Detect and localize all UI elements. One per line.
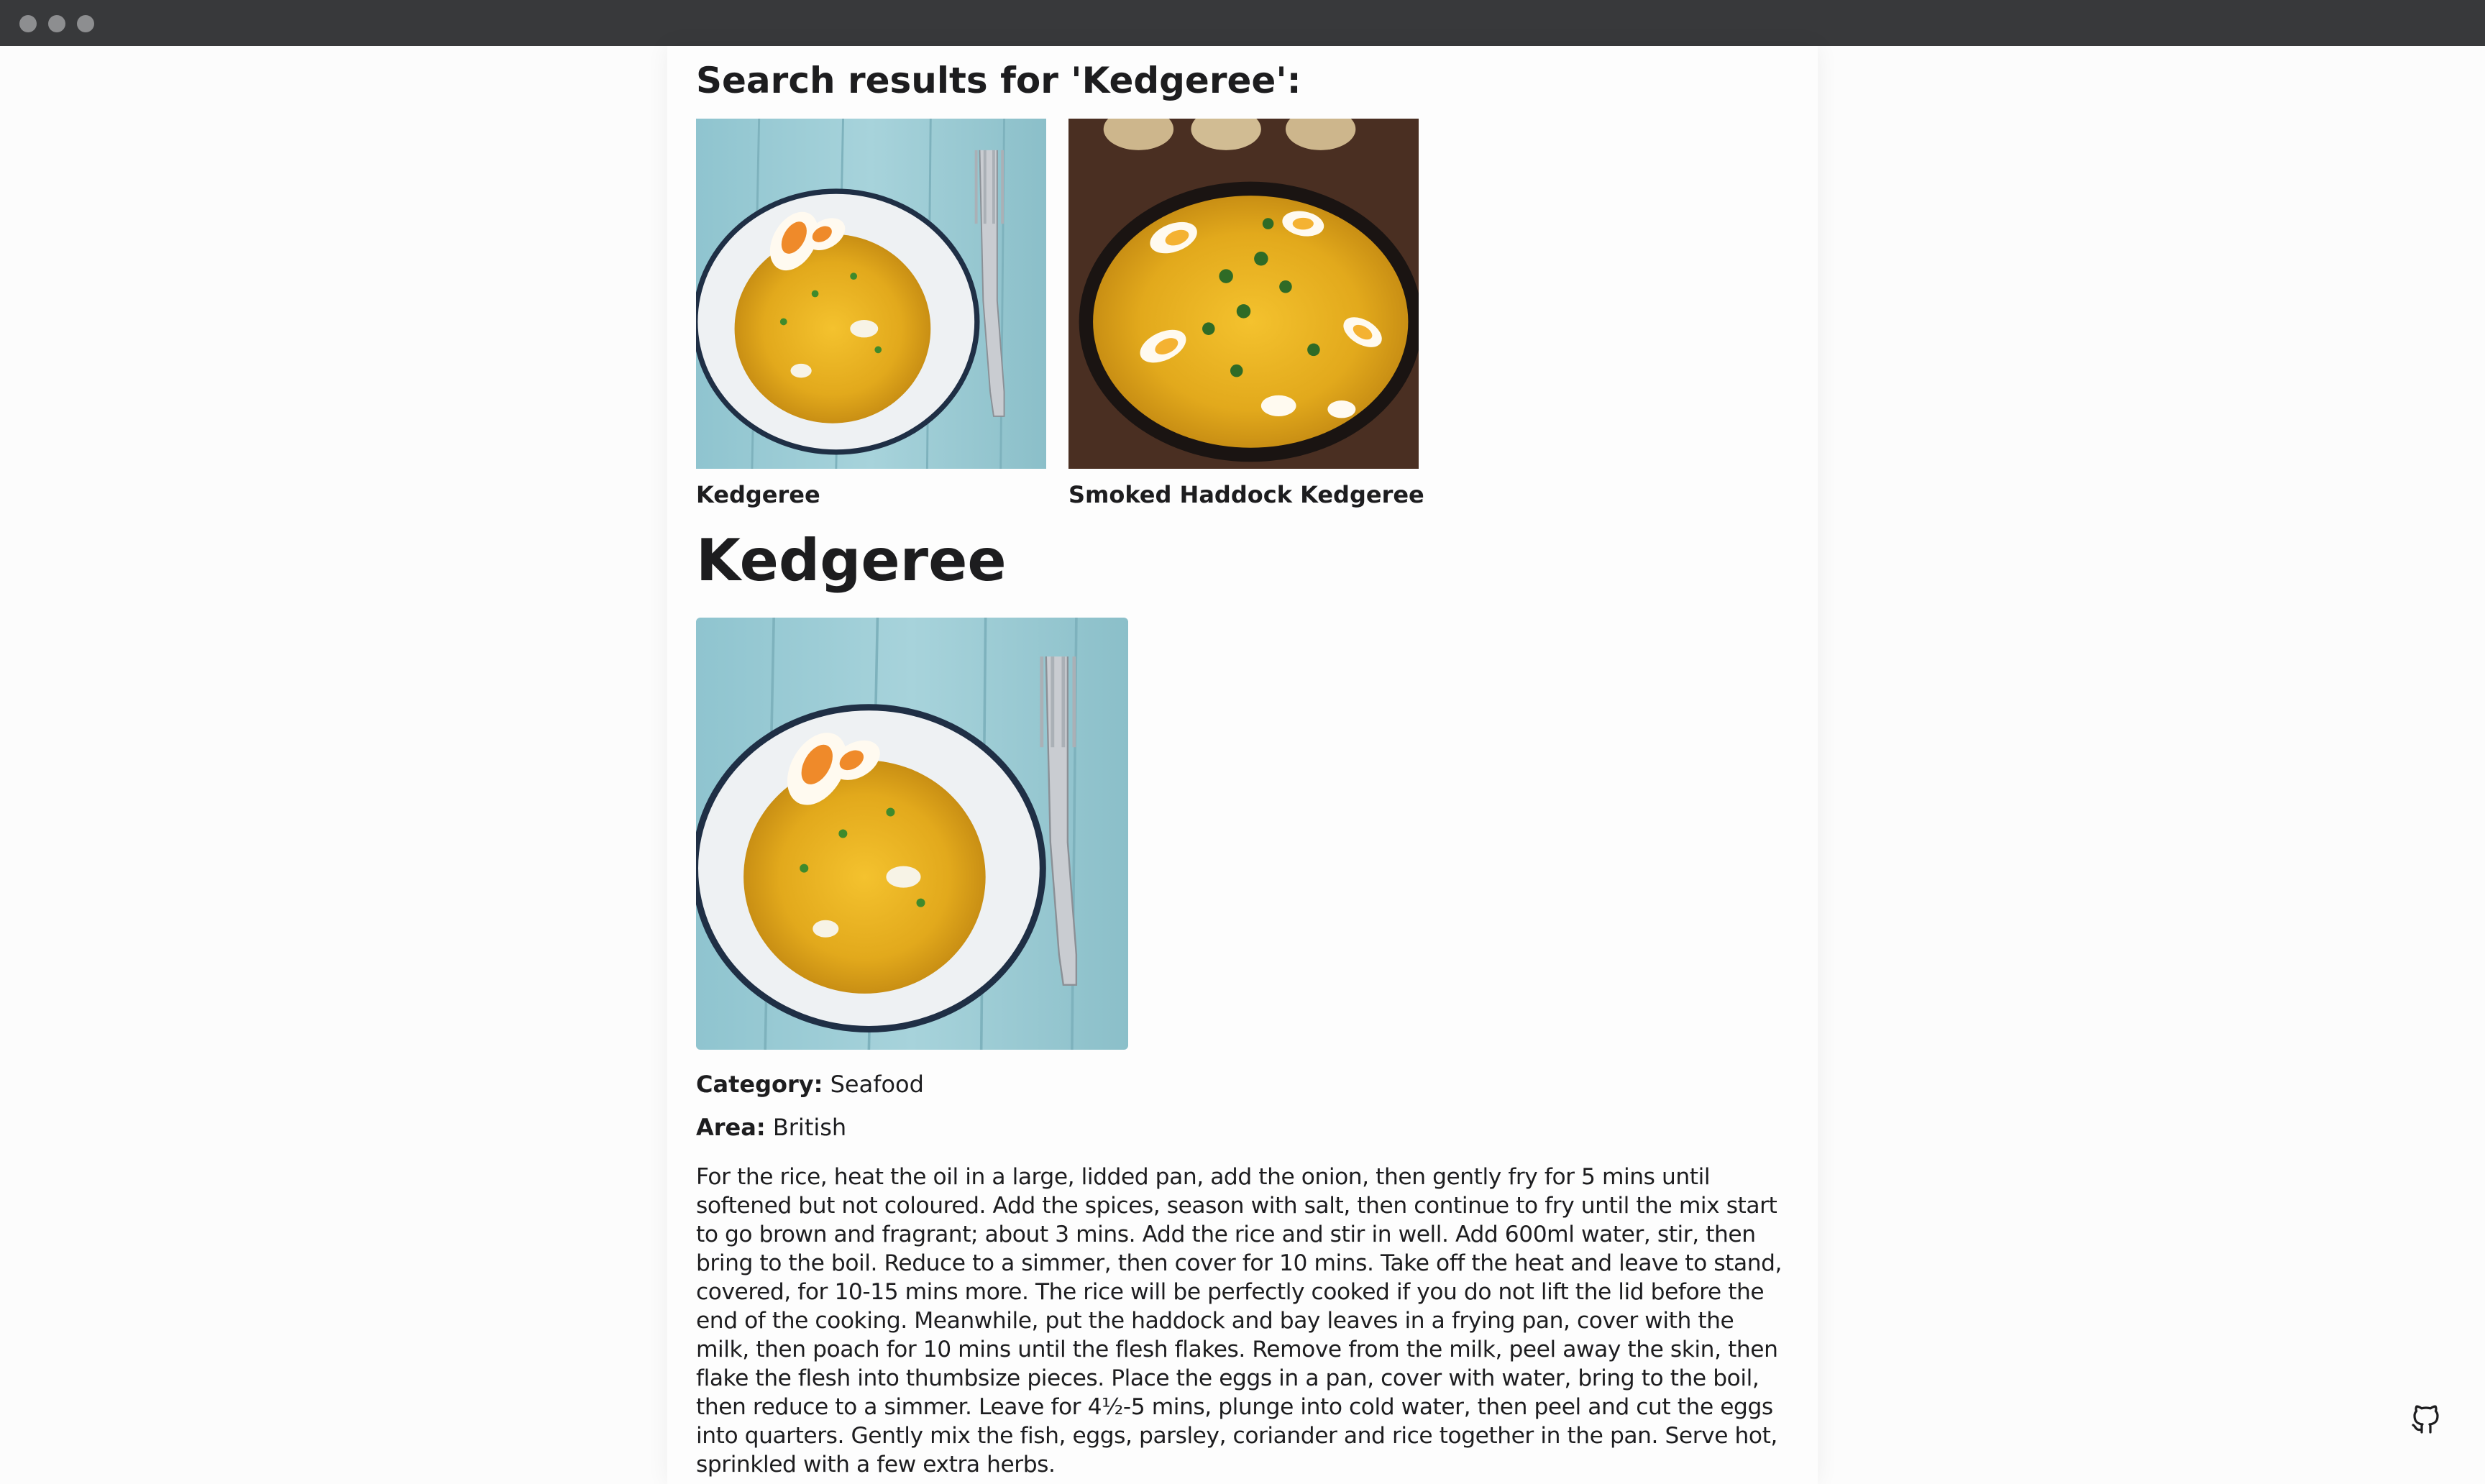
category-value: Seafood <box>830 1071 924 1098</box>
github-icon[interactable] <box>2409 1402 2443 1437</box>
search-results-heading: Search results for 'Kedgeree': <box>696 60 1301 101</box>
search-result-card[interactable]: Smoked Haddock Kedgeree <box>1068 119 1424 508</box>
window-close-button[interactable] <box>19 15 37 32</box>
search-result-label[interactable]: Kedgeree <box>696 479 820 510</box>
search-result-card[interactable]: Kedgeree <box>696 119 1046 508</box>
search-result-label[interactable]: Smoked Haddock Kedgeree <box>1068 479 1424 510</box>
window-titlebar <box>0 0 2485 46</box>
recipe-category: Category: Seafood <box>696 1068 924 1100</box>
area-value: British <box>772 1114 847 1141</box>
page-container: Search results for 'Kedgeree': Kedgeree … <box>667 46 1818 1484</box>
recipe-instructions: For the rice, heat the oil in a large, l… <box>696 1164 1782 1478</box>
area-label: Area: <box>696 1114 766 1141</box>
search-result-thumbnail[interactable] <box>696 119 1046 469</box>
window-maximize-button[interactable] <box>77 15 94 32</box>
recipe-image <box>696 618 1128 1050</box>
recipe-title: Kedgeree <box>696 527 1007 594</box>
category-label: Category: <box>696 1071 823 1098</box>
search-result-thumbnail[interactable] <box>1068 119 1419 469</box>
window-minimize-button[interactable] <box>48 15 65 32</box>
recipe-area: Area: British <box>696 1112 846 1143</box>
